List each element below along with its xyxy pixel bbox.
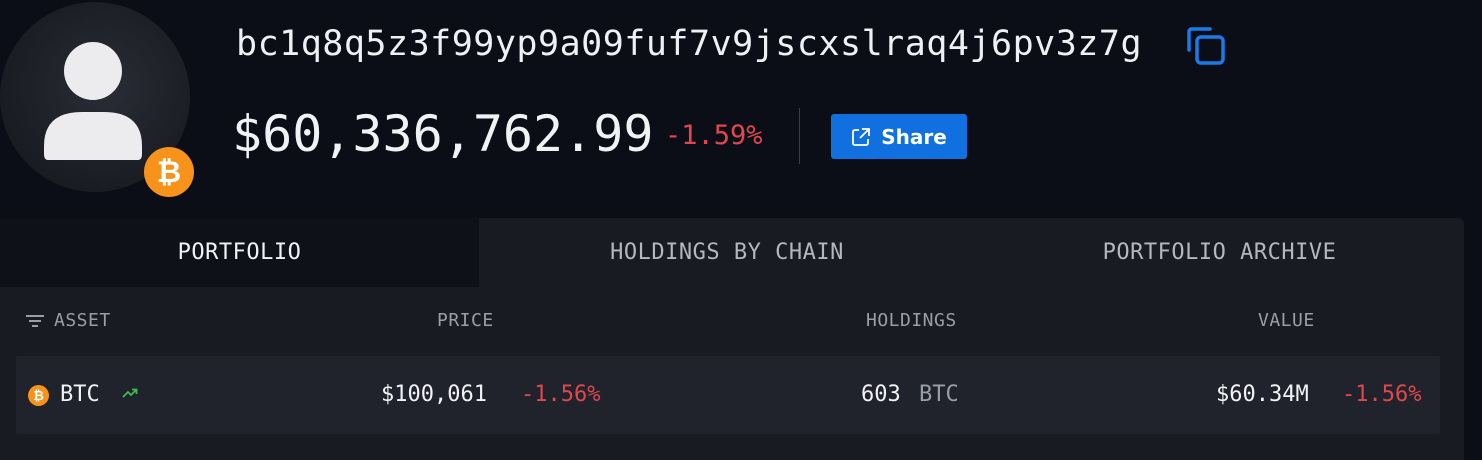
divider bbox=[799, 108, 800, 164]
column-header-value[interactable]: VALUE bbox=[1258, 310, 1315, 331]
bitcoin-icon: ₿ bbox=[28, 385, 49, 406]
asset-price: $100,061 bbox=[381, 382, 487, 407]
column-header-holdings[interactable]: HOLDINGS bbox=[866, 310, 957, 331]
asset-value: $60.34M bbox=[1216, 382, 1309, 407]
tab-portfolio-archive[interactable]: PORTFOLIO ARCHIVE bbox=[975, 218, 1464, 287]
asset-price-change: -1.56% bbox=[521, 382, 601, 407]
share-button[interactable]: Share bbox=[831, 114, 967, 159]
portfolio-balance: $60,336,762.99 bbox=[232, 105, 654, 163]
avatar: ₿ bbox=[0, 2, 194, 197]
sort-icon bbox=[26, 314, 44, 327]
tab-holdings-by-chain[interactable]: HOLDINGS BY CHAIN bbox=[479, 218, 975, 287]
holdings-unit: BTC bbox=[919, 382, 959, 407]
wallet-address: bc1q8q5z3f99yp9a09fuf7v9jscxslraq4j6pv3z… bbox=[236, 24, 1143, 64]
portfolio-panel: PORTFOLIO HOLDINGS BY CHAIN PORTFOLIO AR… bbox=[0, 218, 1464, 460]
balance-change: -1.59% bbox=[665, 120, 763, 151]
copy-icon bbox=[1187, 27, 1225, 65]
holdings-amount: 603 bbox=[861, 382, 901, 407]
share-label: Share bbox=[881, 124, 947, 149]
asset-symbol: BTC bbox=[60, 382, 100, 407]
trend-up-icon bbox=[122, 388, 138, 398]
user-icon bbox=[44, 42, 142, 160]
column-header-asset-label: ASSET bbox=[54, 310, 111, 331]
table-row[interactable]: ₿ BTC $100,061 -1.56% 603 BTC $60.34M -1… bbox=[16, 356, 1440, 434]
copy-address-button[interactable] bbox=[1184, 26, 1228, 70]
column-header-price[interactable]: PRICE bbox=[437, 310, 494, 331]
tab-bar: PORTFOLIO HOLDINGS BY CHAIN PORTFOLIO AR… bbox=[0, 218, 1464, 287]
column-header-asset[interactable]: ASSET bbox=[26, 310, 111, 331]
bitcoin-badge-icon: ₿ bbox=[144, 147, 194, 197]
external-link-icon bbox=[852, 127, 871, 146]
asset-value-change: -1.56% bbox=[1342, 382, 1422, 407]
tab-portfolio[interactable]: PORTFOLIO bbox=[0, 218, 479, 287]
